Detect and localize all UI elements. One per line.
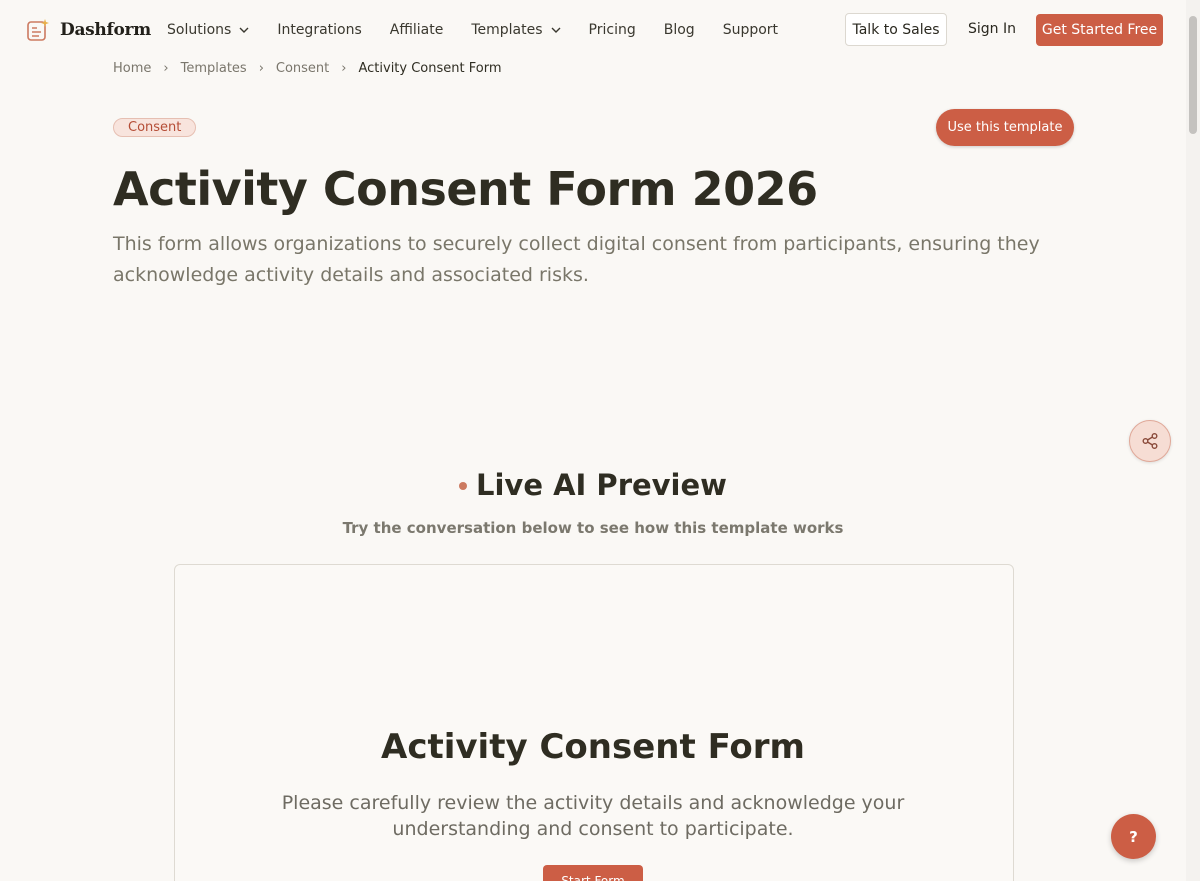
help-button[interactable]: ? — [1111, 814, 1156, 859]
nav-integrations-label: Integrations — [277, 22, 362, 38]
chevron-down-icon — [551, 27, 561, 33]
breadcrumb-home[interactable]: Home — [113, 61, 151, 76]
chevron-right-icon: › — [341, 61, 347, 76]
page-description: This form allows organizations to secure… — [113, 233, 1040, 286]
status-dot-icon — [459, 482, 468, 490]
form-sparkle-icon — [27, 19, 49, 41]
page-scrollbar[interactable] — [1186, 0, 1200, 881]
talk-to-sales-button[interactable]: Talk to Sales — [845, 13, 947, 46]
category-tag[interactable]: Consent — [113, 118, 197, 137]
nav-templates-label: Templates — [471, 22, 543, 38]
brand-name: Dashform — [60, 20, 151, 40]
nav-pricing[interactable]: Pricing — [589, 22, 636, 38]
nav-support[interactable]: Support — [723, 22, 778, 38]
preview-title: Live AI Preview — [476, 468, 727, 502]
nav-blog-label: Blog — [663, 22, 695, 38]
form-title: Activity Consent Form — [381, 727, 805, 767]
chevron-right-icon: › — [258, 61, 264, 76]
page-title: Activity Consent Form 2026 — [113, 162, 818, 216]
sign-in-link[interactable]: Sign In — [968, 21, 1016, 37]
preview-subtitle: Try the conversation below to see how th… — [342, 519, 844, 537]
preview-heading: Live AI Preview — [0, 468, 1186, 502]
nav-affiliate-label: Affiliate — [389, 22, 444, 38]
breadcrumb-consent[interactable]: Consent — [276, 61, 329, 76]
top-navigation: Dashform Solutions Integrations Affiliat… — [0, 0, 1186, 60]
brand-logo[interactable]: Dashform — [26, 18, 151, 42]
share-icon — [1142, 433, 1158, 449]
nav-solutions[interactable]: Solutions — [167, 22, 249, 38]
start-form-button[interactable]: Start Form — [543, 865, 643, 881]
form-description: Please carefully review the activity det… — [281, 792, 905, 840]
breadcrumb-templates[interactable]: Templates — [181, 61, 247, 76]
use-template-button[interactable]: Use this template — [936, 109, 1074, 146]
nav-support-label: Support — [722, 22, 779, 38]
scrollbar-thumb[interactable] — [1189, 16, 1197, 134]
chevron-down-icon — [239, 27, 249, 33]
nav-pricing-label: Pricing — [588, 22, 636, 38]
share-button[interactable] — [1129, 420, 1171, 462]
nav-affiliate[interactable]: Affiliate — [390, 22, 444, 38]
nav-blog[interactable]: Blog — [664, 22, 695, 38]
nav-solutions-label: Solutions — [167, 22, 232, 38]
breadcrumb: Home › Templates › Consent › Activity Co… — [113, 61, 502, 76]
breadcrumb-current: Activity Consent Form — [358, 61, 502, 76]
nav-integrations[interactable]: Integrations — [277, 22, 361, 38]
chevron-right-icon: › — [163, 61, 169, 76]
get-started-button[interactable]: Get Started Free — [1036, 14, 1163, 46]
nav-links: Solutions Integrations Affiliate Templat… — [167, 0, 806, 60]
nav-templates[interactable]: Templates — [471, 22, 561, 38]
